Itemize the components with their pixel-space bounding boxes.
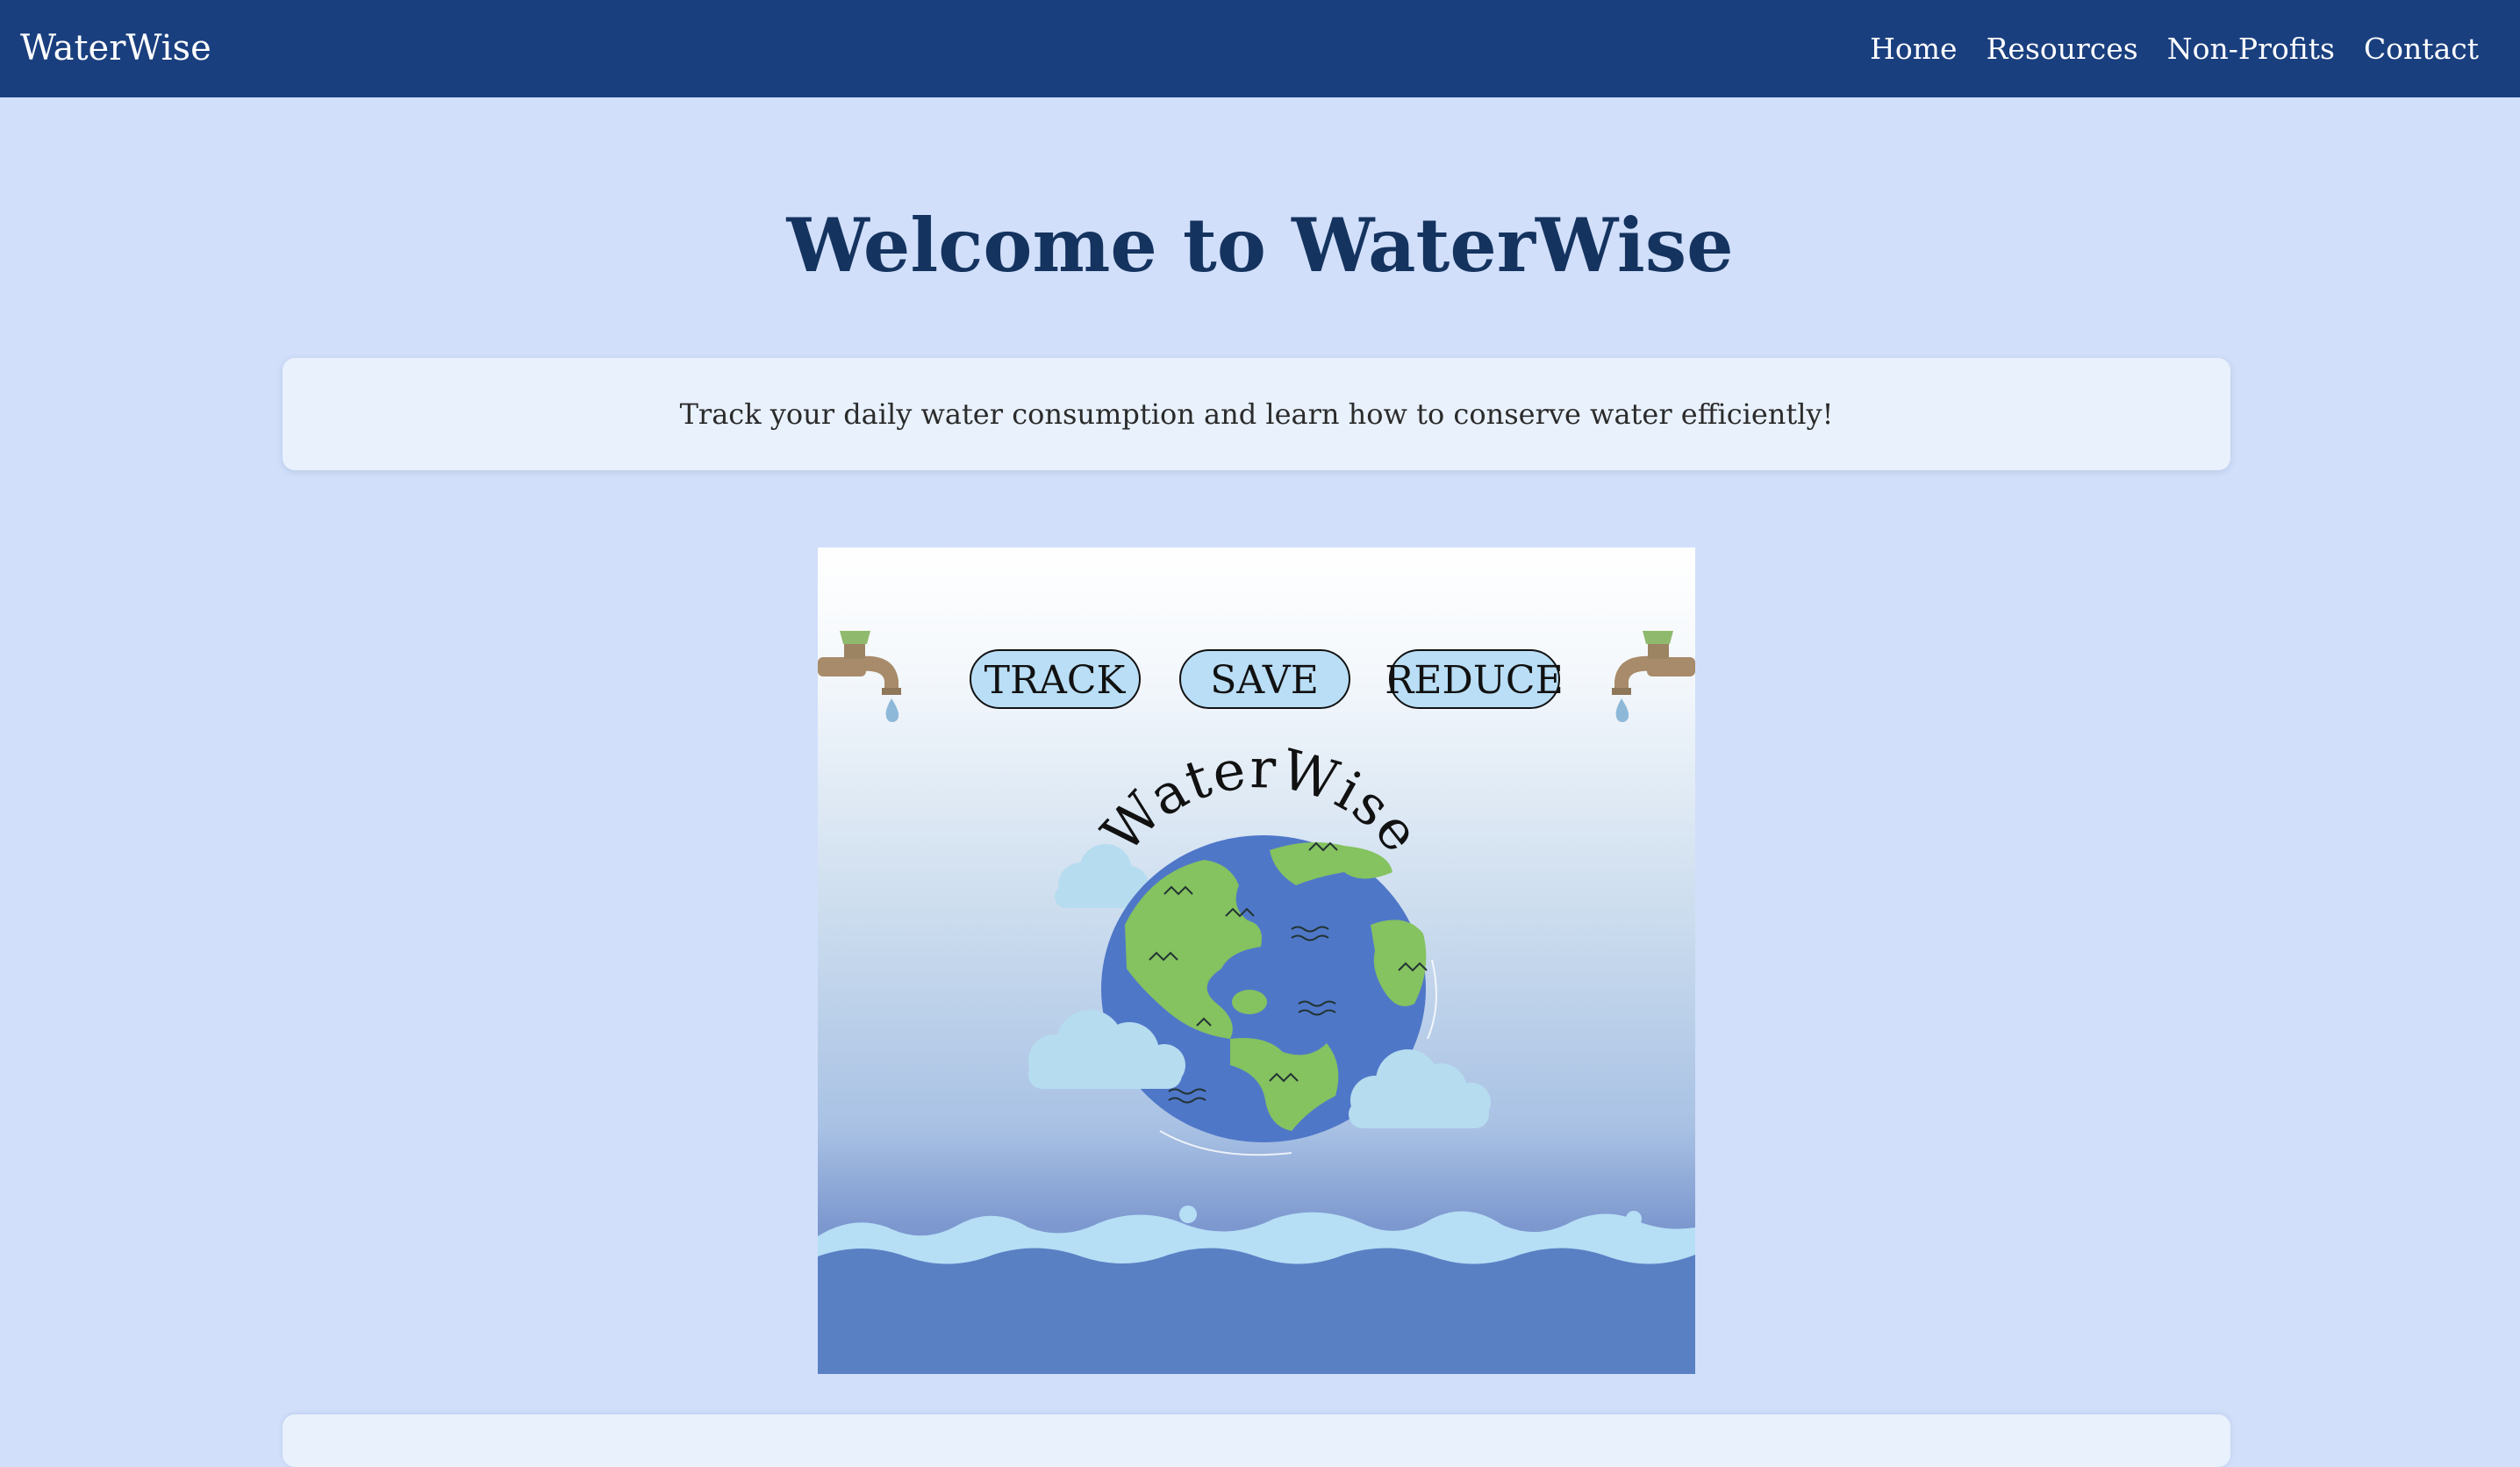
nav-link-home[interactable]: Home (1870, 32, 1957, 66)
page-title: Welcome to WaterWise (786, 202, 1734, 289)
nav-link-non-profits[interactable]: Non-Profits (2167, 32, 2335, 66)
pill-reduce-label: REDUCE (1385, 658, 1563, 703)
water-waves (818, 1206, 1695, 1374)
pill-save: SAVE (1179, 649, 1350, 709)
intro-card: Track your daily water consumption and l… (283, 358, 2230, 470)
bottom-card (283, 1414, 2230, 1467)
pill-track: TRACK (970, 649, 1141, 709)
pill-track-label: TRACK (984, 658, 1127, 703)
intro-text: Track your daily water consumption and l… (679, 397, 1834, 431)
pill-save-label: SAVE (1210, 658, 1319, 703)
hero-illustration-svg: TRACK SAVE REDUCE WaterWise (818, 547, 1695, 1374)
brand-logo-text[interactable]: WaterWise (20, 0, 211, 97)
pill-reduce: REDUCE (1385, 649, 1564, 709)
top-navbar: WaterWise Home Resources Non-Profits Con… (0, 0, 2520, 97)
hero-illustration: TRACK SAVE REDUCE WaterWise (818, 547, 1695, 1374)
nav-link-contact[interactable]: Contact (2364, 32, 2479, 66)
nav-links: Home Resources Non-Profits Contact (1870, 0, 2479, 97)
nav-link-resources[interactable]: Resources (1987, 32, 2138, 66)
